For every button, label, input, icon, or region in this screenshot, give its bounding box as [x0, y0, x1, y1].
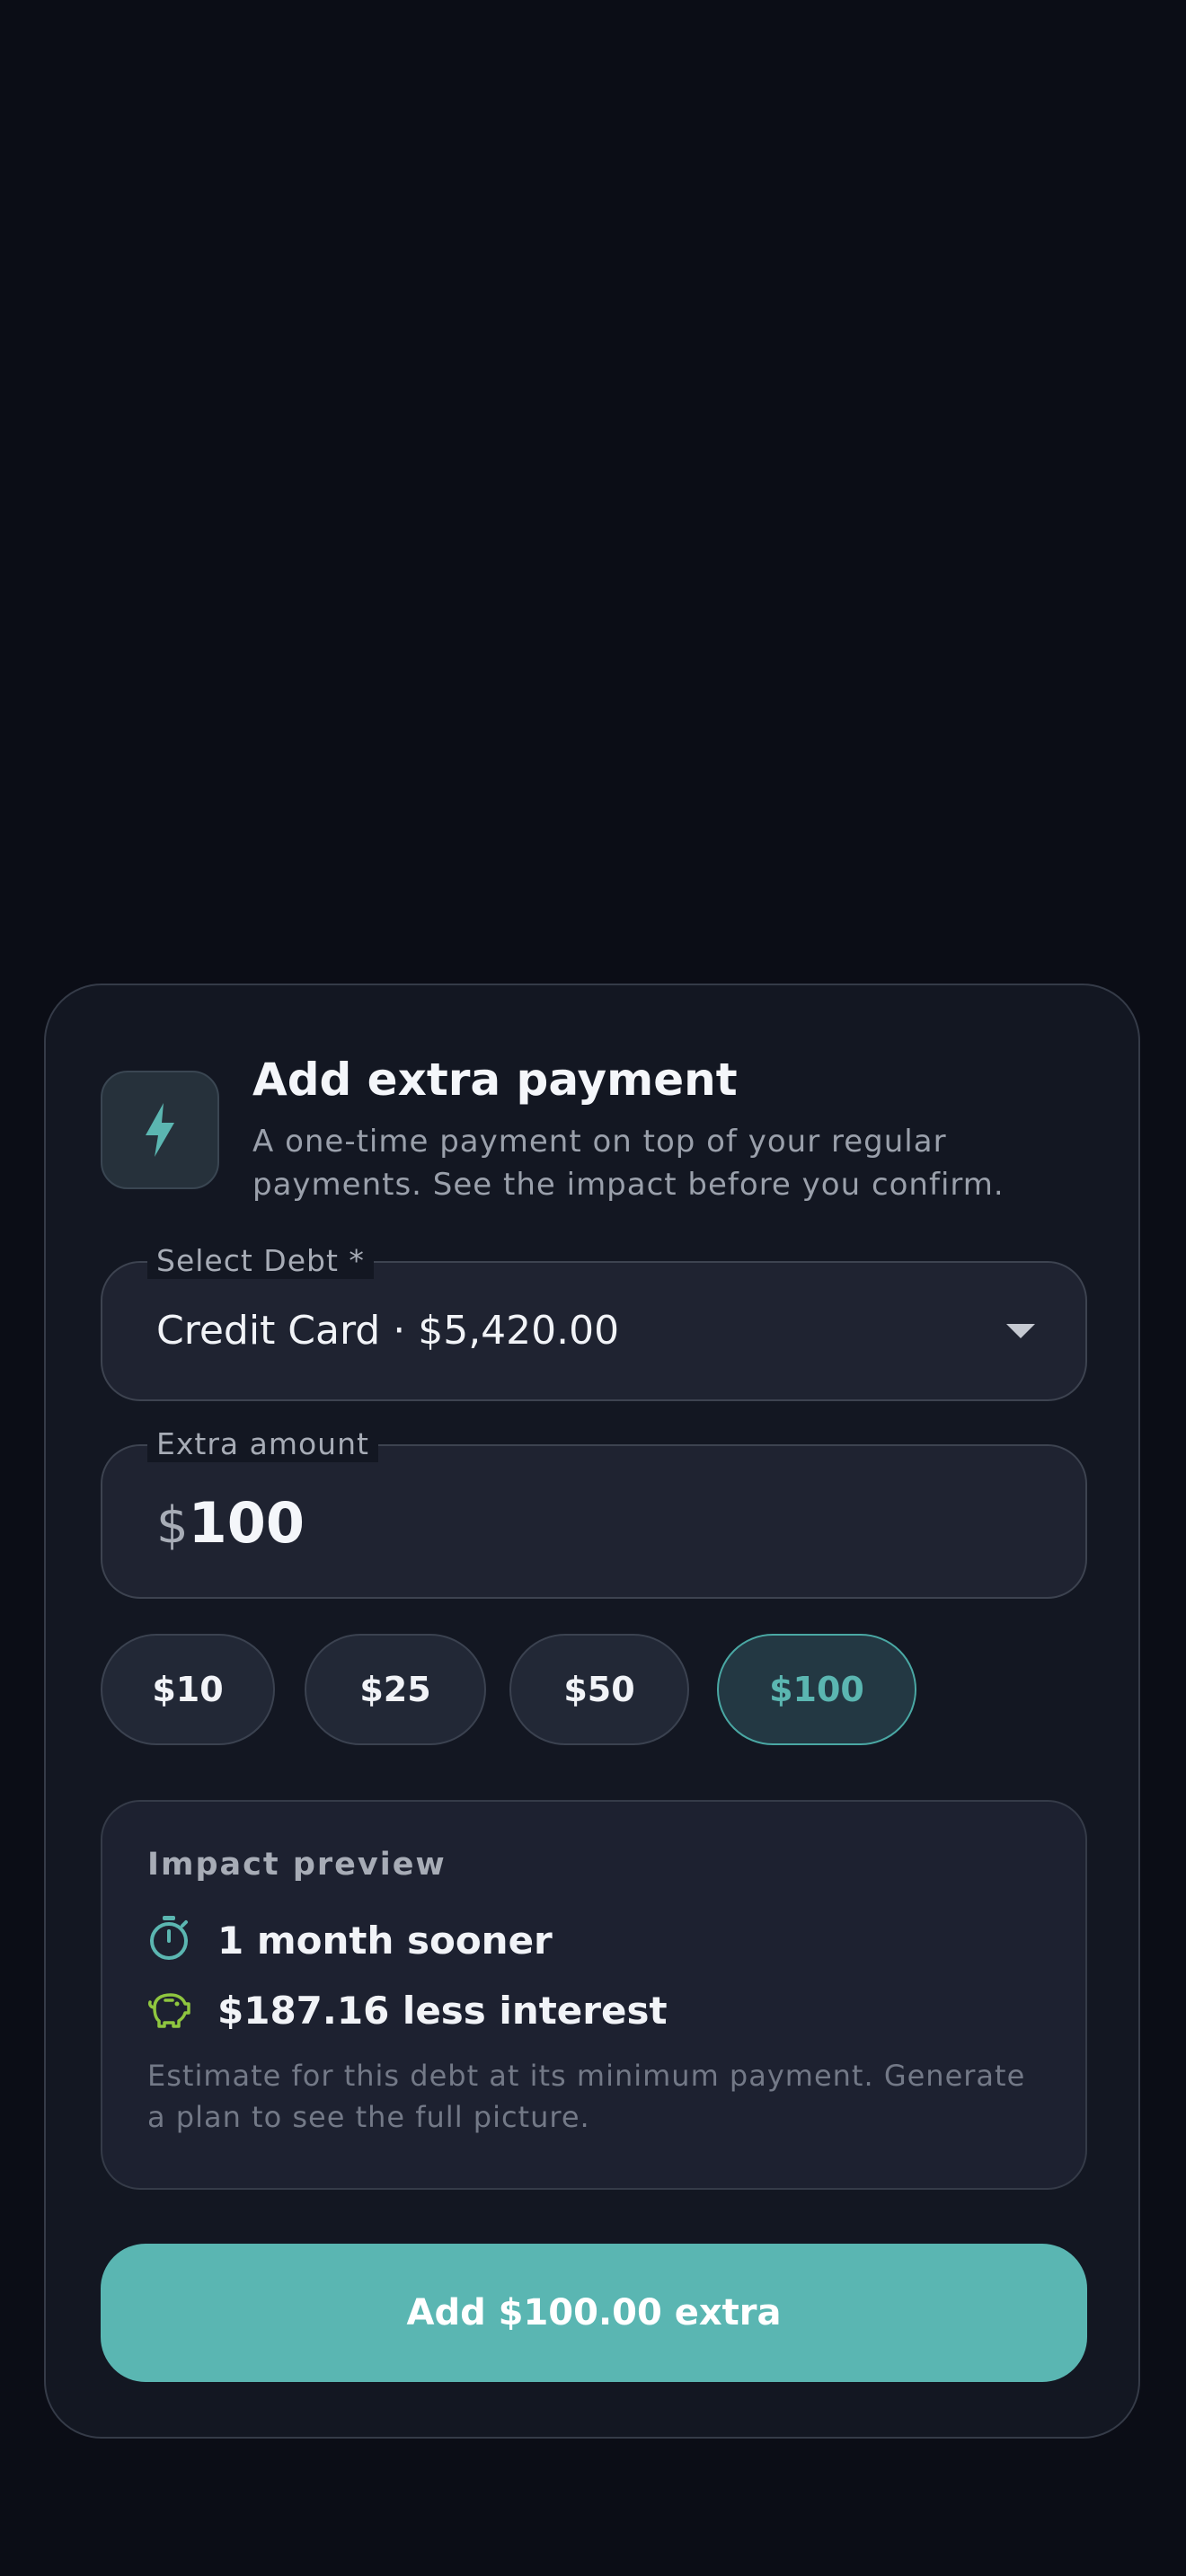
impact-time-text: 1 month sooner [217, 1918, 553, 1963]
extra-amount-input[interactable]: Extra amount $100 [101, 1426, 1087, 1599]
impact-row-time: 1 month sooner [147, 1915, 553, 1965]
quick-amount-10-button[interactable]: $10 [101, 1634, 275, 1745]
dialog-title: Add extra payment [252, 1054, 738, 1106]
extra-amount-value[interactable]: $100 [156, 1489, 305, 1572]
extra-amount-label: Extra amount [147, 1426, 378, 1462]
impact-row-interest: $187.16 less interest [147, 1985, 668, 2035]
impact-note: Estimate for this debt at its minimum pa… [147, 2059, 1026, 2134]
lightning-bolt-icon [101, 1071, 219, 1189]
add-extra-payment-button[interactable]: Add $100.00 extra [101, 2244, 1087, 2382]
extra-payment-dialog: Add extra payment A one-time payment on … [44, 984, 1140, 2439]
debt-select-value: Credit Card · $5,420.00 [156, 1308, 620, 1354]
quick-amount-100-button[interactable]: $100 [717, 1634, 916, 1745]
amount-number: 100 [188, 1490, 305, 1556]
debt-select[interactable]: Select Debt * Credit Card · $5,420.00 [101, 1243, 1087, 1401]
quick-amount-50-button[interactable]: $50 [509, 1634, 689, 1745]
stopwatch-icon [147, 1915, 190, 1965]
piggy-bank-icon [147, 1988, 190, 2033]
dropdown-caret-icon[interactable] [1006, 1324, 1035, 1338]
impact-interest-text: $187.16 less interest [217, 1988, 668, 2033]
impact-preview-title: Impact preview [147, 1847, 447, 1883]
currency-symbol: $ [156, 1496, 189, 1555]
dialog-subtitle: A one-time payment on top of your regula… [252, 1124, 1005, 1203]
debt-select-label: Select Debt * [147, 1243, 374, 1279]
impact-preview-panel: Impact preview 1 month sooner $187.16 le… [101, 1800, 1087, 2190]
quick-amount-25-button[interactable]: $25 [305, 1634, 486, 1745]
